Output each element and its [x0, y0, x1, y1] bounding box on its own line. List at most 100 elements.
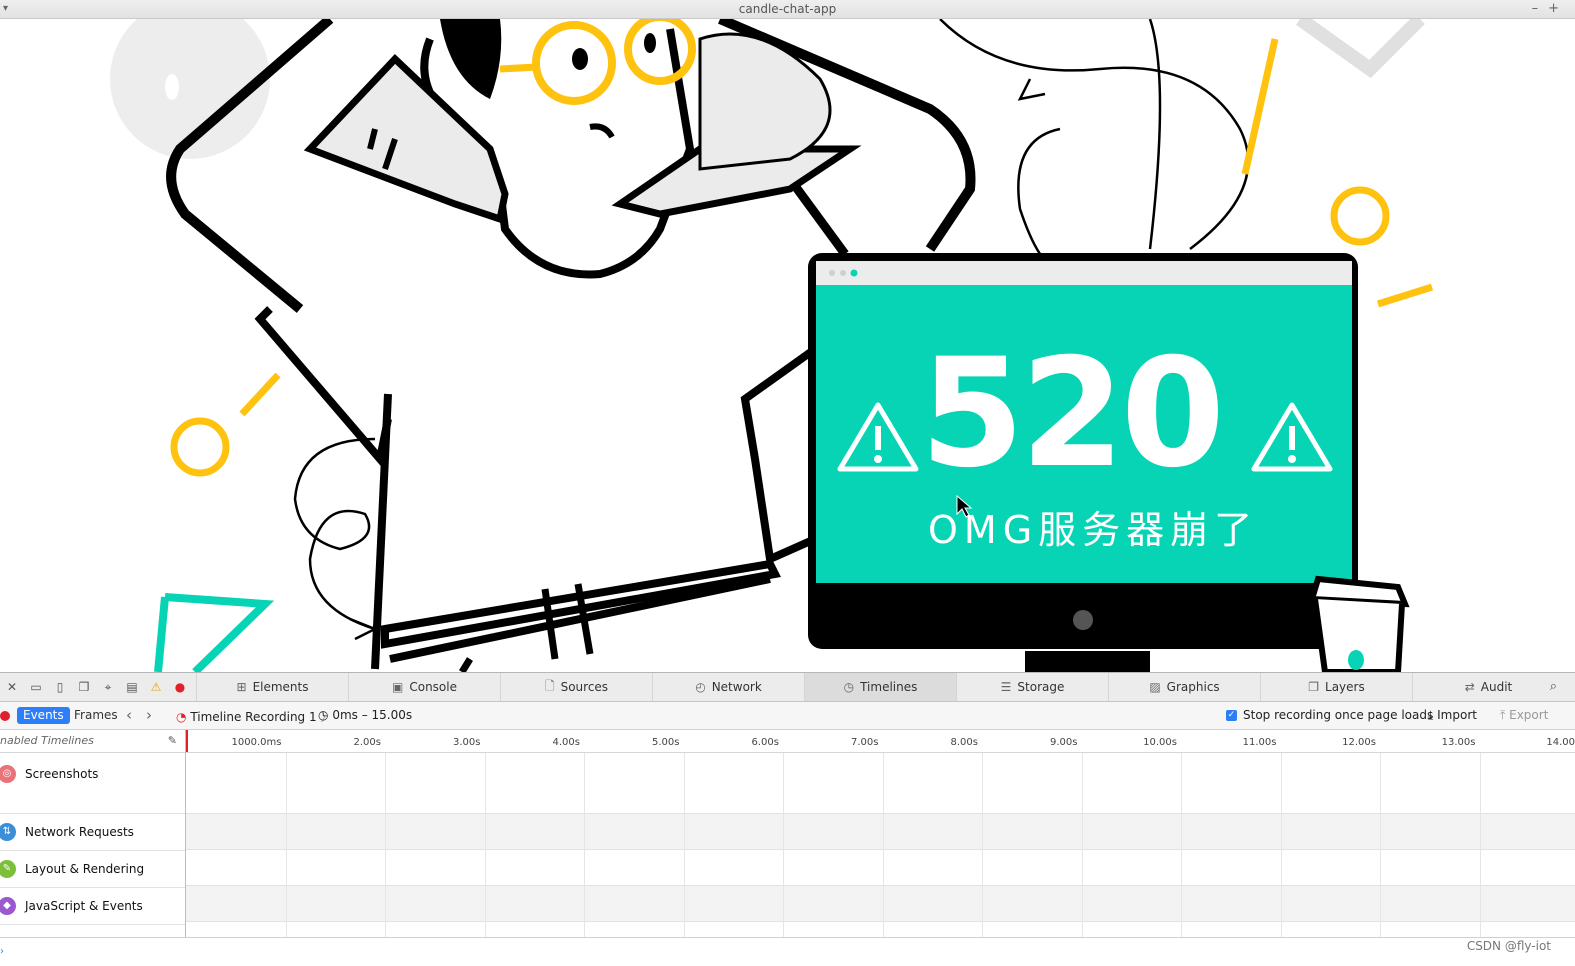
- timeline-track: [186, 753, 1575, 814]
- import-button[interactable]: ⤓ Import: [1428, 708, 1477, 723]
- tab-console[interactable]: ▣ Console: [348, 673, 500, 701]
- timeline-label: JavaScript & Events: [25, 899, 143, 913]
- ruler-tick-label: 6.00s: [751, 737, 779, 748]
- grid-line: [683, 753, 685, 938]
- timeline-ruler[interactable]: 1000.0ms 2.00s 3.00s 4.00s 5.00s 6.00s 7.00s 8.…: [186, 730, 1575, 753]
- edit-timelines-icon[interactable]: ✎: [168, 730, 177, 752]
- tab-label: Storage: [1017, 680, 1065, 694]
- javascript-events-icon: ◆: [0, 897, 16, 915]
- ruler-tick-label: 5.00s: [652, 737, 680, 748]
- status-bar: › CSDN @fly-iot: [0, 937, 1575, 966]
- tab-network[interactable]: ◴ Network: [652, 673, 804, 701]
- dock-bottom-icon[interactable]: ▭: [24, 680, 48, 694]
- clock-icon: ◷: [318, 708, 329, 722]
- timeline-track: [186, 849, 1575, 886]
- layers-icon: ❐: [1308, 680, 1320, 694]
- illustration-artwork: [110, 19, 1434, 672]
- tab-audit[interactable]: ⇄ Audit: [1412, 673, 1564, 701]
- network-icon: ◴: [695, 680, 706, 694]
- timeline-grid[interactable]: [186, 753, 1575, 938]
- tab-label: Network: [711, 680, 762, 694]
- record-button[interactable]: [0, 711, 10, 721]
- window-titlebar: ▾ candle-chat-app –+: [0, 0, 1575, 19]
- timeline-track: [186, 813, 1575, 850]
- stop-recording-checkbox[interactable]: ✓ Stop recording once page loads: [1226, 708, 1433, 722]
- screenshots-icon: ◎: [0, 765, 16, 783]
- history-arrows[interactable]: ‹›: [126, 706, 166, 724]
- layout-rendering-icon: ✎: [0, 860, 16, 878]
- grid-line: [783, 753, 784, 938]
- undock-icon[interactable]: ❐: [72, 680, 96, 694]
- timeline-label: Screenshots: [25, 767, 99, 781]
- close-icon[interactable]: ✕: [0, 680, 24, 694]
- error-message: OMG服务器崩了: [928, 508, 1259, 552]
- sources-icon: 🗋: [544, 678, 555, 693]
- timeline-toolbar: Events Frames ‹› ◔ Timeline Recording 1 …: [0, 702, 1575, 730]
- console-prompt-icon[interactable]: ›: [0, 946, 4, 957]
- frames-toggle[interactable]: Frames: [74, 707, 118, 724]
- tab-storage[interactable]: ☰ Storage: [956, 673, 1108, 701]
- tab-label: Sources: [560, 680, 609, 694]
- ruler-tick-label: 13.00s: [1441, 737, 1476, 748]
- search-icon[interactable]: ⌕: [1550, 673, 1557, 701]
- tab-timelines[interactable]: ◷ Timelines: [804, 673, 956, 701]
- warning-icon[interactable]: ⚠: [144, 680, 168, 694]
- ruler-tick-label: 3.00s: [453, 737, 481, 748]
- tab-label: Elements: [252, 680, 309, 694]
- inspect-element-icon[interactable]: ⌖: [96, 680, 120, 695]
- web-inspector: ✕ ▭ ▯ ❐ ⌖ ▤ ⚠ ● ⊞ Elements ▣ Console 🗋 Source…: [0, 672, 1575, 938]
- elements-icon: ⊞: [236, 680, 247, 694]
- grid-line: [584, 753, 585, 938]
- grid-line: [982, 753, 983, 938]
- tab-label: Console: [409, 680, 457, 694]
- timeline-layout-rendering[interactable]: ✎ Layout & Rendering: [0, 851, 185, 888]
- playhead-marker[interactable]: [186, 730, 188, 752]
- tab-graphics[interactable]: ▨ Graphics: [1108, 673, 1260, 701]
- window-menu-icon[interactable]: ▾: [3, 0, 8, 18]
- timelines-sidebar: nabled Timelines ✎ ◎ Screenshots ⇅ Network …: [0, 730, 186, 938]
- timeline-label: Layout & Rendering: [25, 862, 145, 876]
- grid-line: [1081, 753, 1083, 938]
- recording-icon: ◔: [176, 710, 187, 724]
- error-code: 520: [920, 327, 1225, 501]
- ruler-tick-label: 11.00s: [1242, 737, 1277, 748]
- dock-side-icon[interactable]: ▯: [48, 680, 72, 694]
- grid-line: [1181, 753, 1182, 938]
- tab-label: Layers: [1325, 680, 1365, 694]
- console-icon: ▣: [392, 680, 404, 694]
- tab-label: Graphics: [1166, 680, 1220, 694]
- network-requests-icon: ⇅: [0, 823, 16, 841]
- error-icon[interactable]: ●: [168, 680, 192, 694]
- events-toggle[interactable]: Events: [17, 707, 70, 724]
- timeline-javascript-events[interactable]: ◆ JavaScript & Events: [0, 888, 185, 925]
- export-button[interactable]: ⤒ Export: [1500, 708, 1548, 723]
- tab-sources[interactable]: 🗋 Sources: [500, 673, 652, 701]
- ruler-tick-label: 2.00s: [353, 737, 381, 748]
- window-controls[interactable]: –+: [1532, 0, 1569, 18]
- grid-line: [1479, 753, 1481, 938]
- storage-icon: ☰: [1000, 680, 1012, 694]
- grid-line: [1280, 753, 1282, 938]
- grid-line: [1380, 753, 1381, 938]
- grid-line: [285, 753, 287, 938]
- graphics-icon: ▨: [1149, 680, 1161, 694]
- tab-layers[interactable]: ❐ Layers: [1260, 673, 1412, 701]
- timeline-track: [186, 921, 1575, 938]
- timeline-screenshots[interactable]: ◎ Screenshots: [0, 753, 185, 814]
- enabled-timelines-header: nabled Timelines ✎: [0, 730, 185, 753]
- tab-elements[interactable]: ⊞ Elements: [196, 673, 348, 701]
- inspector-tab-bar: ✕ ▭ ▯ ❐ ⌖ ▤ ⚠ ● ⊞ Elements ▣ Console 🗋 Source…: [0, 673, 1575, 702]
- grid-line: [484, 753, 486, 938]
- error-illustration: 520 OMG服务器崩了: [0, 19, 1575, 672]
- timeline-label: Network Requests: [25, 825, 134, 839]
- timelines-icon: ◷: [843, 680, 855, 694]
- ruler-tick-label: 8.00s: [950, 737, 978, 748]
- ruler-tick-label: 1000.0ms: [231, 737, 282, 748]
- breadcrumb-time-range[interactable]: ◷ 0ms – 15.00s: [318, 708, 412, 722]
- timeline-network-requests[interactable]: ⇅ Network Requests: [0, 814, 185, 851]
- ruler-tick-label: 12.00s: [1342, 737, 1376, 748]
- tab-label: Timelines: [860, 680, 918, 694]
- breadcrumb-recording[interactable]: ◔ Timeline Recording 1 〉: [176, 708, 332, 725]
- device-icon[interactable]: ▤: [120, 680, 144, 694]
- watermark: CSDN @fly-iot: [1466, 939, 1551, 953]
